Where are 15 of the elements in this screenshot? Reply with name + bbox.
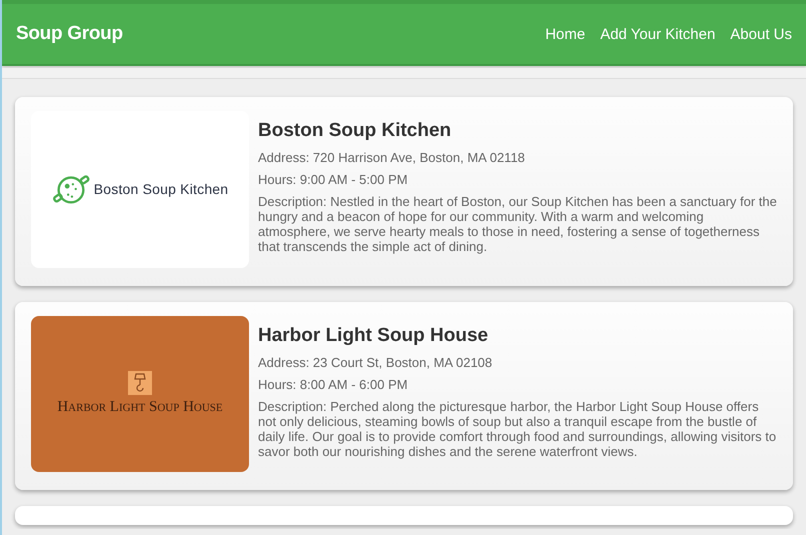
site-title[interactable]: Soup Group [16,23,123,45]
nav-link[interactable]: Home [545,26,586,42]
kitchen-name: Harbor Light Soup House [258,324,490,347]
kitchen-hours: Hours: 8:00 AM - 6:00 PM [258,376,409,392]
logo-text: Harbor Light Soup House [57,399,223,416]
kitchen-address: Address: 720 Harrison Ave, Boston, MA 02118 [258,150,526,165]
kitchen-description: Description: Perched along the picturesque harbor, the Harbor Light Soup House offers not only delicious, steaming bowls of soup but also a tranquil escape from the bustle of daily life. Our goal is to provide comfort through food and surroundings, allowing visitors to savor both our nourishing dishes and the serene waterfront views. [258,398,778,459]
logo-text: Boston Soup Kitchen [94,181,228,198]
lamp-icon [128,371,152,396]
kitchen-name: Boston Soup Kitchen [258,120,452,142]
kitchen-description: Description: Nestled in the heart of Boston, our Soup Kitchen has been a sanctuary for the hungry and a beacon of hope for our community. With a warm and welcoming atmosphere, we serve hearty meals to those in need, fostering a sense of togetherness that transcends the simple act of dining. [258,194,778,254]
nav-link[interactable]: About Us [730,26,792,42]
kitchen-hours: Hours: 9:00 AM - 5:00 PM [258,172,409,187]
nav-link[interactable]: Add Your Kitchen [600,26,716,42]
kitchen-address: Address: 23 Court St, Boston, MA 02108 [258,354,494,370]
